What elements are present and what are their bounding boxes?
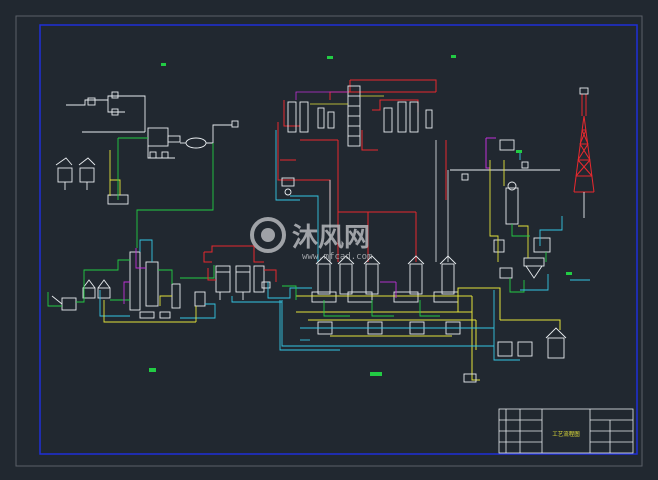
process-flow-drawing: 沐风网 www.mfcad.com 工艺流程图: [15, 15, 643, 467]
fan-section-yellow: [109, 150, 121, 196]
title-block: [498, 408, 634, 454]
fan-blower-icon: [185, 137, 207, 149]
top-center-magenta: [295, 91, 348, 100]
watermark: 沐风网 www.mfcad.com: [250, 217, 372, 262]
watermark-url: www.mfcad.com: [302, 252, 372, 262]
tank-icon: [57, 167, 73, 183]
drawing-title-line2: 工艺流程图: [552, 430, 580, 438]
absorber-column: [505, 187, 519, 225]
left-bottom-block: [51, 251, 206, 319]
right-section-yellow: [489, 160, 529, 262]
fan-section: [55, 91, 239, 205]
right-section-magenta: [485, 137, 496, 169]
title-block-text: 工艺流程图: [552, 430, 580, 438]
top-center-yellow: [310, 95, 384, 105]
left-bottom-green: [47, 259, 215, 307]
tower-base: [579, 87, 589, 218]
watermark-brand: 沐风网: [292, 223, 370, 253]
filter-section: [215, 265, 271, 300]
left-bottom-magenta: [123, 248, 146, 304]
filter-icon: [215, 265, 231, 293]
right-section-cyan: [519, 150, 590, 291]
watermark-logo-icon: [250, 217, 286, 253]
reactor-vessel-icon: [317, 263, 331, 295]
reactor-column: [287, 101, 297, 133]
reactor-row: [311, 255, 461, 335]
tower-icon: [573, 94, 595, 193]
heat-exchanger: [147, 127, 169, 147]
